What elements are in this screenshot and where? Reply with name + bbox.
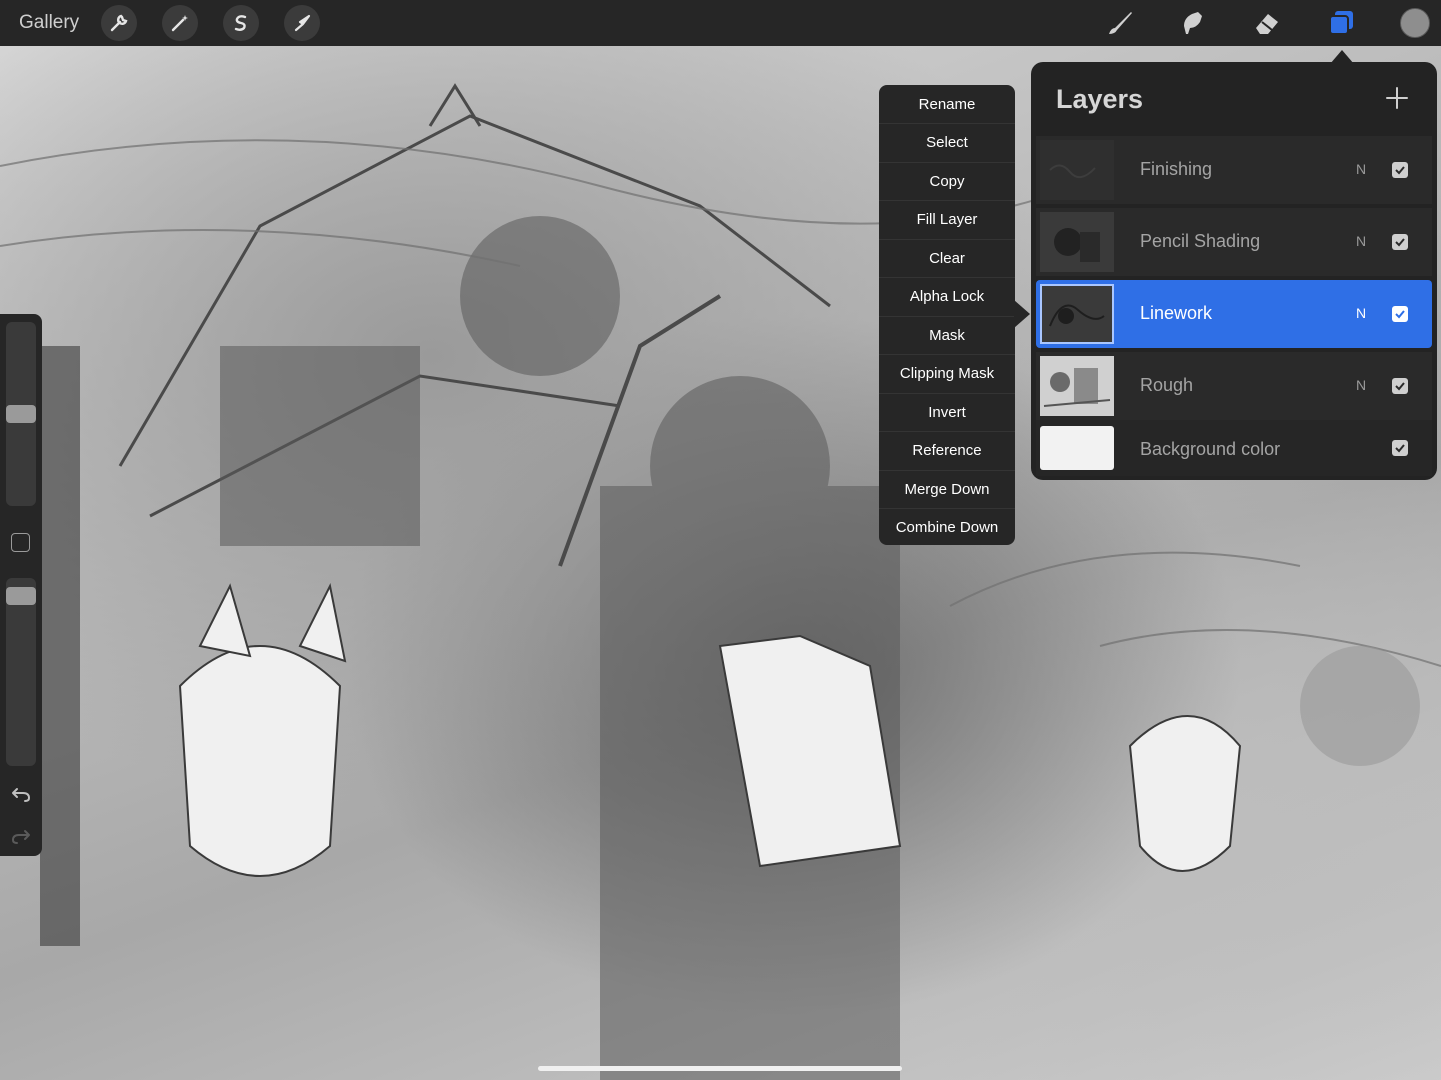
layer-name: Finishing	[1140, 159, 1213, 179]
arrow-icon[interactable]	[284, 5, 320, 41]
gallery-button[interactable]: Gallery	[19, 12, 79, 34]
layer-name: Rough	[1140, 375, 1194, 395]
left-sidebar	[0, 314, 42, 856]
layers-panel: Layers Finishing N Pencil Shading N Line…	[1031, 62, 1437, 480]
layer-thumbnail	[1040, 356, 1114, 416]
menu-item-fill-layer[interactable]: Fill Layer	[879, 200, 1015, 238]
smudge-icon[interactable]	[1177, 7, 1209, 39]
layer-name: Pencil Shading	[1140, 231, 1261, 251]
layer-options-menu: Rename Select Copy Fill Layer Clear Alph…	[879, 85, 1015, 545]
layer-row-linework[interactable]: Linework N	[1036, 280, 1432, 348]
visibility-checkbox[interactable]	[1392, 234, 1408, 250]
visibility-checkbox[interactable]	[1392, 306, 1408, 322]
opacity-slider[interactable]	[6, 578, 36, 766]
menu-item-copy[interactable]: Copy	[879, 162, 1015, 200]
visibility-checkbox[interactable]	[1392, 378, 1408, 394]
color-picker-button[interactable]	[1400, 8, 1430, 38]
brush-icon[interactable]	[1104, 7, 1136, 39]
menu-item-rename[interactable]: Rename	[879, 85, 1015, 123]
eraser-icon[interactable]	[1251, 7, 1283, 39]
magic-wand-icon[interactable]	[162, 5, 198, 41]
menu-pointer	[1014, 300, 1030, 328]
visibility-checkbox[interactable]	[1392, 162, 1408, 178]
blend-mode-button[interactable]: N	[1356, 233, 1366, 249]
menu-item-invert[interactable]: Invert	[879, 393, 1015, 431]
layer-name: Background color	[1140, 439, 1281, 459]
layer-row-rough[interactable]: Rough N	[1036, 352, 1432, 420]
layer-thumbnail	[1040, 140, 1114, 200]
undo-icon[interactable]	[9, 782, 33, 806]
brush-size-thumb[interactable]	[6, 405, 36, 423]
menu-item-clear[interactable]: Clear	[879, 239, 1015, 277]
layer-thumbnail	[1040, 284, 1114, 344]
menu-item-combine-down[interactable]: Combine Down	[879, 508, 1015, 546]
redo-icon[interactable]	[9, 824, 33, 848]
layers-title: Layers	[1056, 84, 1144, 114]
modify-square-icon[interactable]	[11, 533, 30, 552]
menu-item-reference[interactable]: Reference	[879, 431, 1015, 469]
top-toolbar: Gallery	[0, 0, 1441, 46]
menu-item-select[interactable]: Select	[879, 123, 1015, 161]
opacity-thumb[interactable]	[6, 586, 36, 605]
layer-thumbnail	[1040, 426, 1114, 470]
wrench-icon[interactable]	[101, 5, 137, 41]
layer-thumbnail	[1040, 212, 1114, 272]
plus-icon[interactable]	[1383, 84, 1411, 112]
layer-row-finishing[interactable]: Finishing N	[1036, 136, 1432, 204]
layers-icon[interactable]	[1325, 7, 1357, 39]
selection-s-icon[interactable]	[223, 5, 259, 41]
menu-item-clipping-mask[interactable]: Clipping Mask	[879, 354, 1015, 392]
layer-name: Linework	[1140, 303, 1213, 323]
menu-item-mask[interactable]: Mask	[879, 316, 1015, 354]
layer-row-background-color[interactable]: Background color	[1036, 420, 1432, 476]
blend-mode-button[interactable]: N	[1356, 377, 1366, 393]
menu-item-merge-down[interactable]: Merge Down	[879, 470, 1015, 508]
menu-item-alpha-lock[interactable]: Alpha Lock	[879, 277, 1015, 315]
blend-mode-button[interactable]: N	[1356, 161, 1366, 177]
home-indicator	[538, 1066, 902, 1071]
blend-mode-button[interactable]: N	[1356, 305, 1366, 321]
layer-row-pencil-shading[interactable]: Pencil Shading N	[1036, 208, 1432, 276]
visibility-checkbox[interactable]	[1392, 440, 1408, 456]
